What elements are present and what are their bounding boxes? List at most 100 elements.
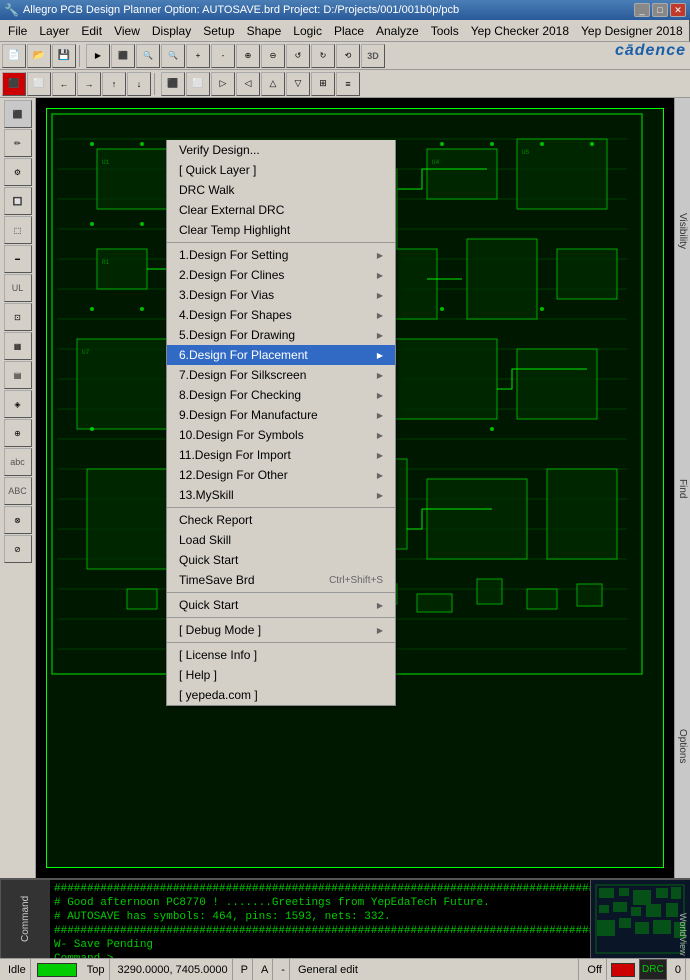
menu-setup[interactable]: Setup (197, 20, 240, 42)
tb-btn-5[interactable]: ⬛ (111, 44, 135, 68)
submenu-arrow-6: ▶ (377, 351, 383, 360)
side-btn-3[interactable]: ⚙ (4, 158, 32, 186)
side-btn-1[interactable]: ⬛ (4, 100, 32, 128)
side-btn-12[interactable]: ⊕ (4, 419, 32, 447)
menu-display[interactable]: Display (146, 20, 197, 42)
dropdown-timesave-brd[interactable]: TimeSave Brd Ctrl+Shift+S (167, 570, 395, 590)
submenu-arrow-4: ▶ (377, 311, 383, 320)
right-panel: Visibility Find Options (674, 98, 690, 878)
tb-btn-8[interactable]: + (186, 44, 210, 68)
dropdown-design-checking[interactable]: 8.Design For Checking ▶ (167, 385, 395, 405)
menu-place[interactable]: Place (328, 20, 370, 42)
side-btn-5[interactable]: ⬚ (4, 216, 32, 244)
tb2-btn-14[interactable]: ≡ (336, 72, 360, 96)
side-btn-10[interactable]: ▤ (4, 361, 32, 389)
menu-file[interactable]: File (2, 20, 33, 42)
new-button[interactable]: 📄 (2, 44, 26, 68)
dropdown-design-other[interactable]: 12.Design For Other ▶ (167, 465, 395, 485)
dropdown-design-silkscreen[interactable]: 7.Design For Silkscreen ▶ (167, 365, 395, 385)
dropdown-myskill[interactable]: 13.MySkill ▶ (167, 485, 395, 505)
dropdown-quick-start-2[interactable]: Quick Start ▶ (167, 595, 395, 615)
save-button[interactable]: 💾 (52, 44, 76, 68)
menu-layer[interactable]: Layer (33, 20, 75, 42)
dropdown-check-report[interactable]: Check Report (167, 510, 395, 530)
dropdown-design-import[interactable]: 11.Design For Import ▶ (167, 445, 395, 465)
left-sidebar: ⬛ ✏ ⚙ 🔲 ⬚ ━ UL ⊡ ▦ ▤ ◈ ⊕ abc ABC ⊗ ⊘ (0, 98, 36, 878)
close-button[interactable]: ✕ (670, 3, 686, 17)
tb2-btn-11[interactable]: △ (261, 72, 285, 96)
tb2-btn-4[interactable]: → (77, 72, 101, 96)
dropdown-design-setting[interactable]: 1.Design For Setting ▶ (167, 245, 395, 265)
visibility-label[interactable]: Visibility (677, 209, 688, 253)
tb-btn-11[interactable]: ⊖ (261, 44, 285, 68)
dropdown-help[interactable]: [ Help ] (167, 665, 395, 685)
tb2-btn-1[interactable]: ⬛ (2, 72, 26, 96)
tb2-btn-2[interactable]: ⬜ (27, 72, 51, 96)
dropdown-yepeda[interactable]: [ yepeda.com ] (167, 685, 395, 705)
dropdown-design-clines[interactable]: 2.Design For Clines ▶ (167, 265, 395, 285)
tb-btn-14[interactable]: ⟲ (336, 44, 360, 68)
options-label[interactable]: Options (677, 725, 688, 767)
status-off: Off (583, 959, 606, 980)
dropdown-clear-temp-highlight[interactable]: Clear Temp Highlight (167, 220, 395, 240)
tb2-btn-12[interactable]: ▽ (286, 72, 310, 96)
dropdown-load-skill[interactable]: Load Skill (167, 530, 395, 550)
dropdown-verify-design[interactable]: Verify Design... (167, 140, 395, 160)
dropdown-design-symbols[interactable]: 10.Design For Symbols ▶ (167, 425, 395, 445)
dropdown-drc-walk[interactable]: DRC Walk (167, 180, 395, 200)
menu-tools[interactable]: Tools (425, 20, 465, 42)
tb-btn-3d[interactable]: 3D (361, 44, 385, 68)
status-dash: - (277, 959, 290, 980)
tb-btn-10[interactable]: ⊕ (236, 44, 260, 68)
menu-analyze[interactable]: Analyze (370, 20, 425, 42)
side-btn-7[interactable]: UL (4, 274, 32, 302)
menu-shape[interactable]: Shape (241, 20, 288, 42)
tb2-btn-3[interactable]: ← (52, 72, 76, 96)
dropdown-design-manufacture[interactable]: 9.Design For Manufacture ▶ (167, 405, 395, 425)
dropdown-quick-start-1[interactable]: Quick Start (167, 550, 395, 570)
side-btn-4[interactable]: 🔲 (4, 187, 32, 215)
side-btn-2[interactable]: ✏ (4, 129, 32, 157)
console-line-3: # AUTOSAVE has symbols: 464, pins: 1593,… (54, 910, 586, 924)
menu-yep-designer[interactable]: Yep Designer 2018 (575, 20, 689, 42)
tb-btn-12[interactable]: ↺ (286, 44, 310, 68)
tb2-btn-7[interactable]: ⬛ (161, 72, 185, 96)
side-btn-16[interactable]: ⊘ (4, 535, 32, 563)
dropdown-design-shapes[interactable]: 4.Design For Shapes ▶ (167, 305, 395, 325)
side-btn-13[interactable]: abc (4, 448, 32, 476)
dropdown-design-drawing[interactable]: 5.Design For Drawing ▶ (167, 325, 395, 345)
tb2-btn-8[interactable]: ⬜ (186, 72, 210, 96)
open-button[interactable]: 📂 (27, 44, 51, 68)
dropdown-design-placement[interactable]: 6.Design For Placement ▶ (167, 345, 395, 365)
tb-btn-13[interactable]: ↻ (311, 44, 335, 68)
tb-btn-7[interactable]: 🔍 (161, 44, 185, 68)
tb2-btn-5[interactable]: ↑ (102, 72, 126, 96)
side-btn-15[interactable]: ⊗ (4, 506, 32, 534)
menu-yep-checker[interactable]: Yep Checker 2018 (465, 20, 575, 42)
tb2-btn-13[interactable]: ⊞ (311, 72, 335, 96)
maximize-button[interactable]: □ (652, 3, 668, 17)
tb2-btn-9[interactable]: ▷ (211, 72, 235, 96)
menu-edit[interactable]: Edit (75, 20, 108, 42)
pcb-canvas[interactable]: U1 U2 U3 U4 U5 R1 C1 R2 U6 U7 Verify Des… (36, 98, 674, 878)
tb-btn-6[interactable]: 🔍 (136, 44, 160, 68)
svg-text:U5: U5 (522, 149, 530, 156)
side-btn-9[interactable]: ▦ (4, 332, 32, 360)
tb-btn-9[interactable]: - (211, 44, 235, 68)
menu-logic[interactable]: Logic (287, 20, 328, 42)
dropdown-debug-mode[interactable]: [ Debug Mode ] ▶ (167, 620, 395, 640)
side-btn-14[interactable]: ABC (4, 477, 32, 505)
dropdown-design-vias[interactable]: 3.Design For Vias ▶ (167, 285, 395, 305)
tb2-btn-10[interactable]: ◁ (236, 72, 260, 96)
dropdown-clear-external-drc[interactable]: Clear External DRC (167, 200, 395, 220)
minimize-button[interactable]: _ (634, 3, 650, 17)
side-btn-11[interactable]: ◈ (4, 390, 32, 418)
side-btn-6[interactable]: ━ (4, 245, 32, 273)
tb-btn-4[interactable]: ▶ (86, 44, 110, 68)
dropdown-license-info[interactable]: [ License Info ] (167, 645, 395, 665)
side-btn-8[interactable]: ⊡ (4, 303, 32, 331)
tb2-btn-6[interactable]: ↓ (127, 72, 151, 96)
find-label[interactable]: Find (677, 475, 688, 502)
dropdown-quick-layer[interactable]: [ Quick Layer ] (167, 160, 395, 180)
menu-view[interactable]: View (108, 20, 146, 42)
